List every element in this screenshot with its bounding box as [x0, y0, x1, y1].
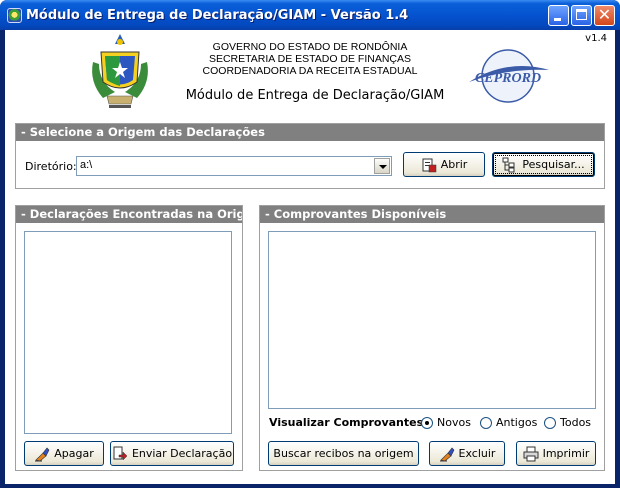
- header-line-secretariat: SECRETARIA DE ESTADO DE FINANÇAS: [208, 53, 412, 65]
- receipts-group: - Comprovantes Disponíveis Visualizar Co…: [259, 205, 605, 471]
- module-title: Módulo de Entrega de Declaração/GIAM: [185, 88, 445, 103]
- open-folder-icon: [422, 158, 436, 172]
- delete-declaration-label: Apagar: [54, 447, 94, 460]
- header-line-government: GOVERNO DO ESTADO DE RONDÔNIA: [212, 41, 408, 53]
- radio-all-label[interactable]: Todos: [560, 416, 591, 429]
- ceprord-logo: CEPRORD: [469, 49, 549, 103]
- title-bar[interactable]: Módulo de Entrega de Declaração/GIAM - V…: [0, 0, 620, 30]
- radio-new-label[interactable]: Novos: [437, 416, 471, 429]
- delete-declaration-button[interactable]: Apagar: [24, 441, 104, 466]
- state-crest-icon: [92, 34, 148, 108]
- open-button[interactable]: Abrir: [403, 152, 485, 177]
- header-line-coordination: COORDENADORIA DA RECEITA ESTADUAL: [202, 65, 418, 77]
- search-button[interactable]: Pesquisar...: [492, 152, 595, 177]
- close-icon: ✕: [597, 5, 612, 24]
- directory-value: a:\: [80, 159, 93, 171]
- print-button-label: Imprimir: [542, 447, 590, 460]
- send-declaration-label: Enviar Declaração: [131, 447, 233, 460]
- header-institution: GOVERNO DO ESTADO DE RONDÔNIA SECRETARIA…: [165, 41, 455, 77]
- delete-receipt-button[interactable]: Excluir: [429, 441, 505, 466]
- app-crest-icon[interactable]: [7, 8, 22, 23]
- search-button-label: Pesquisar...: [522, 158, 585, 171]
- minimize-button[interactable]: [548, 5, 569, 26]
- found-declarations-group: - Declarações Encontradas na Origem Apag…: [15, 205, 243, 471]
- send-document-icon: [113, 446, 128, 461]
- found-declarations-heading: - Declarações Encontradas na Origem: [16, 206, 242, 223]
- radio-new[interactable]: [421, 417, 433, 429]
- radio-old-label[interactable]: Antigos: [496, 416, 537, 429]
- maximize-icon: [576, 9, 587, 20]
- found-declarations-list[interactable]: [24, 231, 232, 434]
- printer-icon: [523, 446, 539, 461]
- fetch-receipts-button[interactable]: Buscar recibos na origem: [268, 441, 419, 466]
- ceprord-logo-text: CEPRORD: [475, 71, 541, 86]
- minimize-icon: [554, 18, 561, 21]
- receipts-list[interactable]: [268, 231, 596, 409]
- fetch-receipts-label: Buscar recibos na origem: [273, 447, 414, 460]
- directory-label: Diretório:: [25, 160, 77, 173]
- receipts-heading: - Comprovantes Disponíveis: [260, 206, 604, 223]
- open-button-label: Abrir: [440, 158, 468, 171]
- search-tree-icon: [502, 157, 515, 172]
- version-label: v1.4: [585, 33, 607, 44]
- origin-group-heading: - Selecione a Origem das Declarações: [16, 124, 604, 141]
- radio-all[interactable]: [544, 417, 556, 429]
- maximize-button[interactable]: [571, 5, 592, 26]
- application-window: Módulo de Entrega de Declaração/GIAM - V…: [0, 0, 620, 488]
- chevron-down-icon[interactable]: [374, 158, 390, 174]
- view-receipts-label: Visualizar Comprovantes:: [269, 416, 428, 429]
- delete-receipt-label: Excluir: [458, 447, 496, 460]
- radio-old[interactable]: [480, 417, 492, 429]
- directory-combobox[interactable]: a:\: [76, 156, 392, 176]
- window-title: Módulo de Entrega de Declaração/GIAM - V…: [26, 8, 409, 23]
- eraser-icon: [439, 447, 454, 461]
- close-button[interactable]: ✕: [594, 5, 615, 26]
- print-button[interactable]: Imprimir: [516, 441, 596, 466]
- origin-group: - Selecione a Origem das Declarações Dir…: [15, 123, 605, 189]
- eraser-icon: [35, 447, 50, 461]
- client-area: v1.4 GOVERNO DO ESTADO DE RONDÔNIA SECRE…: [4, 30, 616, 484]
- send-declaration-button[interactable]: Enviar Declaração: [110, 441, 234, 466]
